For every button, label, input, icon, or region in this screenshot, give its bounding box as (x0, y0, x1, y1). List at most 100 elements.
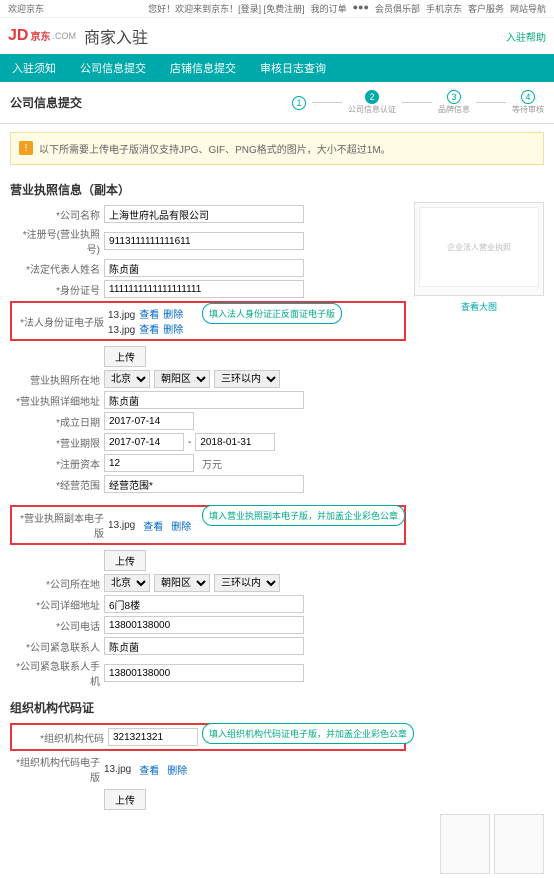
idfile-row: *法人身份证电子版 13.jpg 查看删除 13.jpg 查看删除 填入法人身份证正… (10, 301, 406, 341)
tab-company[interactable]: 公司信息提交 (68, 54, 158, 82)
coaddr-city-select[interactable]: 北京 (104, 574, 150, 592)
contact-label: *公司紧急联系人 (10, 639, 100, 654)
thumb-2 (494, 814, 544, 874)
addr-input[interactable] (104, 391, 304, 409)
regno-label: *注册号(营业执照号) (10, 226, 100, 256)
license-file-name: 13.jpg (108, 520, 135, 531)
example-image: 企业法人营业执照 (419, 207, 539, 287)
step-4-label: 等待审核 (512, 104, 544, 115)
logo[interactable]: JD京东 (8, 27, 50, 45)
orgcode-input[interactable] (108, 728, 198, 746)
group-license-title: 营业执照信息（副本） (0, 173, 554, 202)
capital-unit: 万元 (202, 456, 222, 471)
thumb-1 (440, 814, 490, 874)
loc-city-select[interactable]: 北京 (104, 370, 150, 388)
estdate-input[interactable] (104, 412, 194, 430)
orgfile-del[interactable]: 删除 (167, 762, 187, 777)
page-title: 商家入驻 (84, 24, 148, 48)
tel-label: *公司电话 (10, 618, 100, 633)
top-center: 您好！欢迎来到京东！[登录] [免费注册] (148, 2, 305, 15)
top-link-club[interactable]: 会员俱乐部 (375, 2, 420, 15)
coaddr-ring-select[interactable]: 三环以内 (214, 574, 280, 592)
top-link-nav[interactable]: 网站导航 (510, 2, 546, 15)
addr-label: *营业执照详细地址 (10, 393, 100, 408)
step-1-circle: 1 (292, 96, 306, 110)
stepper: 11 2公司信息认证 3品牌信息 4等待审核 (292, 90, 544, 115)
codetail-label: *公司详细地址 (10, 597, 100, 612)
group-org-title: 组织机构代码证 (0, 691, 554, 720)
tab-audit[interactable]: 审核日志查询 (248, 54, 338, 82)
idfile-del-2[interactable]: 删除 (163, 325, 183, 336)
top-link-mobile[interactable]: 手机京东 (426, 2, 462, 15)
top-link-service[interactable]: 客户服务 (468, 2, 504, 15)
mobile-input[interactable] (104, 664, 304, 682)
step-4-circle: 4 (521, 90, 535, 104)
legal-input[interactable] (104, 259, 304, 277)
coaddr-dist-select[interactable]: 朝阳区 (154, 574, 210, 592)
warning-icon: ! (19, 141, 33, 155)
idfile-view-1[interactable]: 查看 (139, 310, 159, 321)
idno-input[interactable] (104, 280, 304, 298)
capital-label: *注册资本 (10, 456, 100, 471)
license-file-label: *营业执照副本电子版 (14, 510, 104, 540)
idfile-upload-button[interactable]: 上传 (104, 346, 146, 367)
legal-label: *法定代表人姓名 (10, 261, 100, 276)
section-header: 公司信息提交 11 2公司信息认证 3品牌信息 4等待审核 (0, 82, 554, 124)
loc-dist-select[interactable]: 朝阳区 (154, 370, 210, 388)
scope-label: *经营范围 (10, 477, 100, 492)
company-label: *公司名称 (10, 207, 100, 222)
idno-label: *身份证号 (10, 282, 100, 297)
example-zoom-link[interactable]: 查看大图 (461, 300, 497, 313)
capital-input[interactable] (104, 454, 194, 472)
tab-store[interactable]: 店铺信息提交 (158, 54, 248, 82)
notice-box: ! 以下所需要上传电子版消仅支持JPG、GIF、PNG格式的图片，大小不超过1M… (10, 132, 544, 165)
coaddr-label: *公司所在地 (10, 576, 100, 591)
orgfile-view[interactable]: 查看 (139, 762, 159, 777)
contact-input[interactable] (104, 637, 304, 655)
period-label: *营业期限 (10, 435, 100, 450)
period-start-input[interactable] (104, 433, 184, 451)
idfile-view-2[interactable]: 查看 (139, 325, 159, 336)
loc-ring-select[interactable]: 三环以内 (214, 370, 280, 388)
callout-id: 填入法人身份证正反面证电子版 (202, 303, 342, 324)
orgcode-row: *组织机构代码 填入组织机构代码证电子版，并加盖企业彩色公章 (10, 723, 406, 751)
help-link[interactable]: 入驻帮助 (506, 29, 546, 44)
license-view[interactable]: 查看 (143, 518, 163, 533)
step-2-circle: 2 (365, 90, 379, 104)
header: JD京东 .COM 商家入驻 入驻帮助 (0, 18, 554, 54)
tel-input[interactable] (104, 616, 304, 634)
license-del[interactable]: 删除 (171, 518, 191, 533)
footer-thumbs (0, 810, 554, 878)
license-upload-button[interactable]: 上传 (104, 550, 146, 571)
orgfile-label: *组织机构代码电子版 (10, 754, 100, 784)
top-welcome: 欢迎京东 (8, 2, 44, 15)
tab-intro[interactable]: 入驻须知 (0, 54, 68, 82)
orgcode-label: *组织机构代码 (14, 730, 104, 745)
orgfile-upload-button[interactable]: 上传 (104, 789, 146, 810)
top-link-vip[interactable]: ●●● (353, 2, 369, 15)
top-bar: 欢迎京东 您好！欢迎来到京东！[登录] [免费注册] 我的订单 ●●● 会员俱乐… (0, 0, 554, 18)
step-3-circle: 3 (447, 90, 461, 104)
idfile-name-2: 13.jpg (108, 325, 135, 336)
example-box: 企业法人营业执照 (414, 202, 544, 296)
regno-input[interactable] (104, 232, 304, 250)
idfile-name-1: 13.jpg (108, 310, 135, 321)
company-input[interactable] (104, 205, 304, 223)
callout-org: 填入组织机构代码证电子版，并加盖企业彩色公章 (202, 723, 414, 744)
codetail-input[interactable] (104, 595, 304, 613)
idfile-label: *法人身份证电子版 (14, 314, 104, 329)
section-title: 公司信息提交 (10, 94, 82, 111)
logo-dotcom: .COM (52, 31, 76, 41)
notice-text: 以下所需要上传电子版消仅支持JPG、GIF、PNG格式的图片，大小不超过1M。 (39, 141, 391, 156)
scope-input[interactable] (104, 475, 304, 493)
idfile-del-1[interactable]: 删除 (163, 310, 183, 321)
period-end-input[interactable] (195, 433, 275, 451)
top-link-orders[interactable]: 我的订单 (311, 2, 347, 15)
license-file-row: *营业执照副本电子版 13.jpg 查看删除 填入营业执照副本电子版，并加盖企业彩… (10, 505, 406, 545)
tab-bar: 入驻须知 公司信息提交 店铺信息提交 审核日志查询 (0, 54, 554, 82)
step-2-label: 公司信息认证 (348, 104, 396, 115)
estdate-label: *成立日期 (10, 414, 100, 429)
callout-license: 填入营业执照副本电子版，并加盖企业彩色公章 (202, 505, 405, 526)
orgfile-name: 13.jpg (104, 764, 131, 775)
step-3-label: 品牌信息 (438, 104, 470, 115)
